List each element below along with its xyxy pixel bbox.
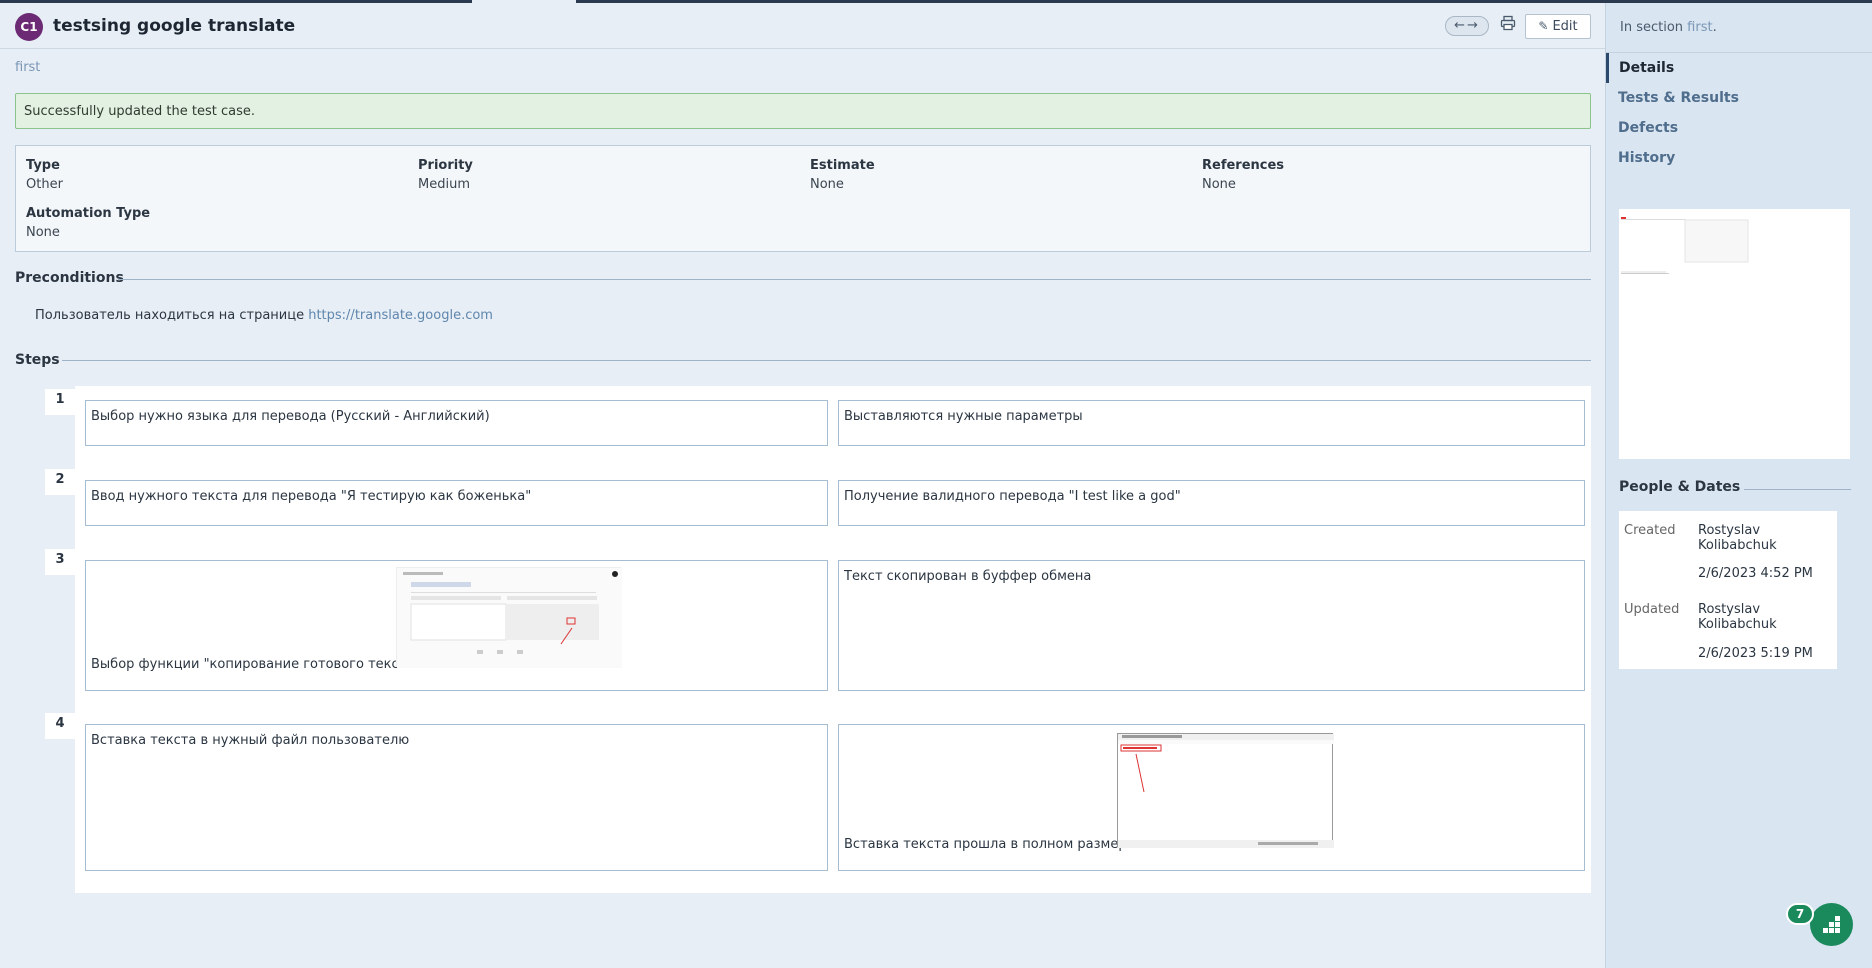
prop-value: Medium	[418, 177, 470, 192]
tab-tests-results[interactable]: Tests & Results	[1618, 90, 1739, 106]
people-dates-panel: Created Rostyslav Kolibabchuk 2/6/2023 4…	[1619, 511, 1837, 669]
translate-screenshot-image	[397, 568, 622, 668]
step-action: Выбор функции "копирование готового текс…	[91, 657, 421, 672]
screenshot-thumbnail[interactable]	[1117, 733, 1334, 848]
edit-label: Edit	[1552, 19, 1578, 34]
preconditions-link[interactable]: https://translate.google.com	[308, 308, 493, 323]
prop-value: Other	[26, 177, 63, 192]
prop-label: Priority	[418, 158, 473, 173]
print-button[interactable]	[1497, 15, 1519, 37]
divider	[118, 279, 1591, 280]
preconditions-heading: Preconditions	[15, 270, 124, 286]
in-section-link[interactable]: first	[1687, 20, 1712, 35]
step-number: 1	[45, 389, 75, 415]
prop-value: None	[810, 177, 844, 192]
created-date: 2/6/2023 4:52 PM	[1698, 566, 1813, 581]
main-content: C1 testsing google translate ←→ ✎ Edit fi…	[0, 3, 1605, 968]
prev-next-nav-button[interactable]: ←→	[1445, 16, 1489, 36]
prop-automation-type: Automation Type None	[26, 206, 150, 240]
section-breadcrumb-link[interactable]: first	[15, 60, 40, 75]
in-section-prefix: In section	[1620, 20, 1688, 35]
preview-image	[1619, 209, 1850, 459]
tab-history[interactable]: History	[1618, 150, 1675, 166]
step-action: Вставка текста в нужный файл пользовател…	[85, 724, 828, 871]
updated-date: 2/6/2023 5:19 PM	[1698, 646, 1813, 661]
created-by-last: Kolibabchuk	[1698, 538, 1777, 553]
active-tab-indicator	[1606, 53, 1609, 83]
tab-defects[interactable]: Defects	[1618, 120, 1678, 136]
created-by-first: Rostyslav	[1698, 523, 1761, 538]
prop-estimate: Estimate None	[810, 158, 875, 192]
case-id-badge: C1	[15, 13, 43, 41]
step-expected: Вставка текста прошла в полном размере	[844, 837, 1135, 852]
step-number: 4	[45, 713, 75, 739]
prop-value: None	[1202, 177, 1236, 192]
divider	[1744, 489, 1851, 490]
step-action: Выбор нужно языка для перевода (Русский …	[85, 400, 828, 446]
right-sidebar: In section first. Details Tests & Result…	[1605, 3, 1872, 968]
edit-button[interactable]: ✎ Edit	[1525, 14, 1591, 39]
prop-label: Estimate	[810, 158, 875, 173]
step-number: 3	[45, 549, 75, 575]
success-alert: Successfully updated the test case.	[15, 93, 1591, 129]
people-dates-heading: People & Dates	[1619, 479, 1741, 495]
page-title: testsing google translate	[53, 16, 296, 36]
steps-heading: Steps	[15, 352, 60, 368]
step-expected: Выставляются нужные параметры	[838, 400, 1585, 446]
step-number: 2	[45, 469, 75, 495]
updated-label: Updated	[1624, 602, 1680, 617]
notepad-screenshot-image	[1118, 734, 1334, 848]
created-label: Created	[1624, 523, 1676, 538]
prop-priority: Priority Medium	[418, 158, 473, 192]
prop-label: Type	[26, 158, 60, 173]
pencil-icon: ✎	[1538, 19, 1549, 33]
attachment-preview[interactable]	[1619, 209, 1850, 459]
step-expected: Текст скопирован в буффер обмена	[838, 560, 1585, 691]
preconditions-body: Пользователь находиться на странице	[35, 308, 309, 323]
notification-count-badge: 7	[1786, 903, 1814, 925]
prop-label: References	[1202, 158, 1285, 173]
step-expected: Получение валидного перевода "I test lik…	[838, 480, 1585, 526]
printer-icon	[1500, 15, 1516, 31]
prop-label: Automation Type	[26, 206, 151, 221]
updated-by-first: Rostyslav	[1698, 602, 1761, 617]
screenshot-thumbnail[interactable]	[396, 567, 622, 668]
prop-value: None	[26, 225, 60, 240]
in-section-suffix: .	[1712, 20, 1717, 35]
in-section-text: In section first.	[1620, 20, 1717, 35]
preconditions-text: Пользователь находиться на странице http…	[35, 308, 493, 323]
prop-references: References None	[1202, 158, 1284, 192]
divider	[1606, 52, 1872, 53]
prop-type: Type Other	[26, 158, 63, 192]
divider	[62, 360, 1591, 361]
step-action: Ввод нужного текста для перевода "Я тест…	[85, 480, 828, 526]
tab-details[interactable]: Details	[1619, 60, 1674, 76]
properties-panel: Type Other Priority Medium Estimate None…	[15, 145, 1591, 252]
updated-by-last: Kolibabchuk	[1698, 617, 1777, 632]
case-header: C1 testsing google translate ←→ ✎ Edit	[0, 3, 1605, 49]
grid-icon	[1823, 916, 1840, 933]
help-widget-button[interactable]	[1810, 903, 1853, 946]
